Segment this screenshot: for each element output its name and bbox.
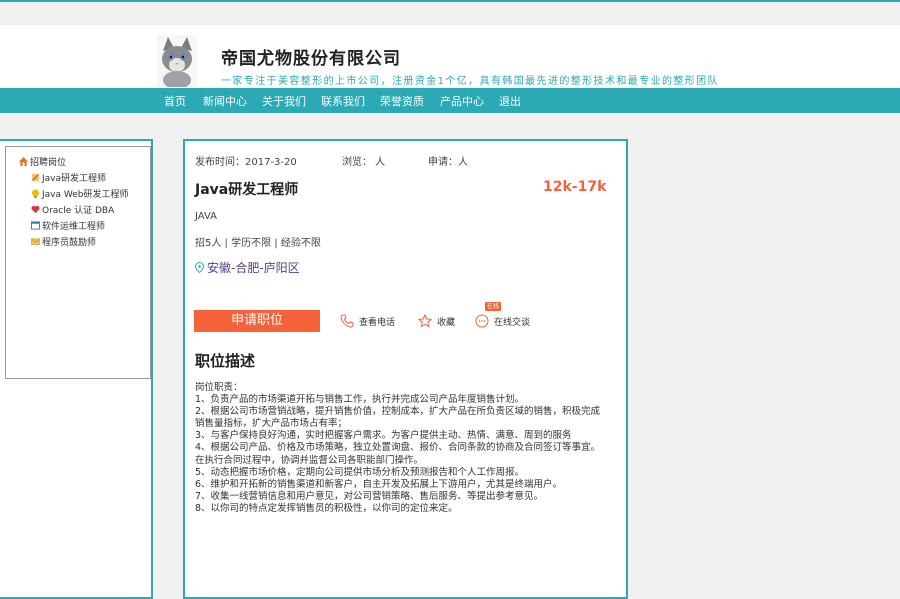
heart-icon — [31, 205, 40, 214]
kitten-logo — [157, 35, 197, 89]
desc-line: 1、负责产品的市场渠道开拓与销售工作，执行并完成公司产品年度销售计划。 — [195, 394, 525, 406]
location-pin-icon — [194, 261, 205, 274]
envelope-icon — [31, 238, 40, 245]
apply-job-button[interactable]: 申请职位 — [194, 310, 320, 332]
job-skill: JAVA — [195, 211, 218, 222]
description-title: 职位描述 — [195, 352, 256, 370]
tree-item-label: 程序员鼓励师 — [42, 238, 97, 248]
nav-home[interactable]: 首页 — [164, 93, 186, 109]
desc-line: 4、根据公司产品、价格及市场策略，独立处置询盘、报价、合同条款的协商及合同签订等… — [195, 442, 601, 454]
sidebar-panel: 招聘岗位 Java研发工程师 Java Web研发工程师 Oracle 认证 D… — [0, 139, 153, 599]
tree-item-label: Java Web研发工程师 — [42, 190, 129, 200]
window-icon — [31, 221, 40, 230]
job-requirements: 招5人 | 学历不限 | 经验不限 — [195, 238, 321, 249]
company-slogan: 一家专注于美容整形的上市公司，注册资金1个亿，具有韩国最先进的整形技术和最专业的… — [221, 76, 719, 87]
header: 帝国尤物股份有限公司 一家专注于美容整形的上市公司，注册资金1个亿，具有韩国最先… — [0, 25, 900, 89]
nav-news[interactable]: 新闻中心 — [203, 93, 247, 109]
tree-item-label: Oracle 认证 DBA — [42, 206, 115, 216]
nav-about[interactable]: 关于我们 — [262, 93, 306, 109]
desc-line: 销售量指标，扩大产品市场占有率； — [195, 418, 348, 430]
tree-item-javaweb[interactable]: Java Web研发工程师 — [31, 187, 129, 200]
salary: 12k-17k — [543, 179, 607, 195]
desc-line: 在执行合同过程中，协调并监督公司各职能部门操作。 — [195, 454, 424, 466]
desc-line: 3、与客户保持良好沟通，实时把握客户需求。为客户提供主动、热情、满意、周到的服务 — [195, 430, 572, 442]
lightbulb-icon — [31, 189, 40, 198]
desc-line: 2、根据公司市场营销战略，提升销售价值，控制成本，扩大产品在所负责区域的销售，积… — [195, 406, 601, 418]
job-tree: 招聘岗位 Java研发工程师 Java Web研发工程师 Oracle 认证 D… — [5, 146, 151, 379]
nav-honors[interactable]: 荣誉资质 — [380, 93, 424, 109]
tree-item-motivator[interactable]: 程序员鼓励师 — [31, 235, 96, 248]
view-phone-action[interactable]: 查看电话 — [340, 314, 395, 328]
nav-logout[interactable]: 退出 — [499, 93, 521, 109]
main-nav: 首页 新闻中心 关于我们 联系我们 荣誉资质 产品中心 退出 — [0, 88, 900, 113]
desc-line: 5、动态把握市场价格，定期向公司提供市场分析及预测报告和个人工作周报。 — [195, 466, 525, 478]
view-phone-label: 查看电话 — [359, 318, 396, 328]
tree-item-oracle[interactable]: Oracle 认证 DBA — [31, 203, 114, 216]
tree-item-java[interactable]: Java研发工程师 — [31, 171, 106, 184]
star-icon — [417, 313, 433, 328]
chat-icon — [475, 314, 489, 328]
desc-line: 岗位职责： — [195, 382, 243, 393]
job-location: 安徽-合肥-庐阳区 — [194, 259, 300, 276]
nav-contact[interactable]: 联系我们 — [321, 93, 365, 109]
favorite-action[interactable]: 收藏 — [417, 313, 456, 328]
tree-root-label: 招聘岗位 — [30, 158, 67, 168]
top-accent-line — [0, 0, 900, 2]
tree-root[interactable]: 招聘岗位 — [19, 155, 66, 168]
publish-label: 发布时间： — [195, 157, 245, 168]
publish-time: 发布时间：2017-3-20 — [195, 153, 297, 168]
phone-icon — [340, 314, 354, 328]
desc-line: 6、维护和开拓新的销售渠道和新客户，自主开发及拓展上下游用户，尤其是终端用户。 — [195, 478, 563, 490]
job-title: Java研发工程师 — [195, 182, 299, 198]
online-chat-action[interactable]: 在线交谈 — [475, 314, 530, 328]
tree-item-ops[interactable]: 软件运维工程师 — [31, 219, 105, 232]
job-description: 岗位职责： 1、负责产品的市场渠道开拓与销售工作，执行并完成公司产品年度销售计划… — [195, 382, 625, 515]
online-badge: 在线 — [485, 302, 501, 311]
favorite-label: 收藏 — [437, 318, 456, 328]
nav-products[interactable]: 产品中心 — [440, 93, 484, 109]
publish-date: 2017-3-20 — [245, 157, 297, 168]
pencil-icon — [31, 173, 40, 182]
home-icon — [19, 157, 28, 166]
apply-count: 申请：人 — [428, 157, 468, 168]
tree-item-label: 软件运维工程师 — [42, 222, 106, 232]
online-chat-label: 在线交谈 — [494, 318, 531, 328]
desc-line: 8、以你司的特点定发挥销售员的积极性，以你司的定位来定。 — [195, 502, 458, 514]
tree-item-label: Java研发工程师 — [42, 174, 107, 184]
desc-line: 7、收集一线营销信息和用户意见，对公司营销策略、售后服务、等提出参考意见。 — [195, 490, 544, 502]
company-name: 帝国尤物股份有限公司 — [221, 49, 401, 69]
job-detail-panel: 发布时间：2017-3-20 浏览： 人 申请：人 Java研发工程师 12k-… — [183, 139, 628, 599]
location-text: 安徽-合肥-庐阳区 — [207, 261, 300, 275]
view-count: 浏览： 人 — [342, 157, 386, 168]
